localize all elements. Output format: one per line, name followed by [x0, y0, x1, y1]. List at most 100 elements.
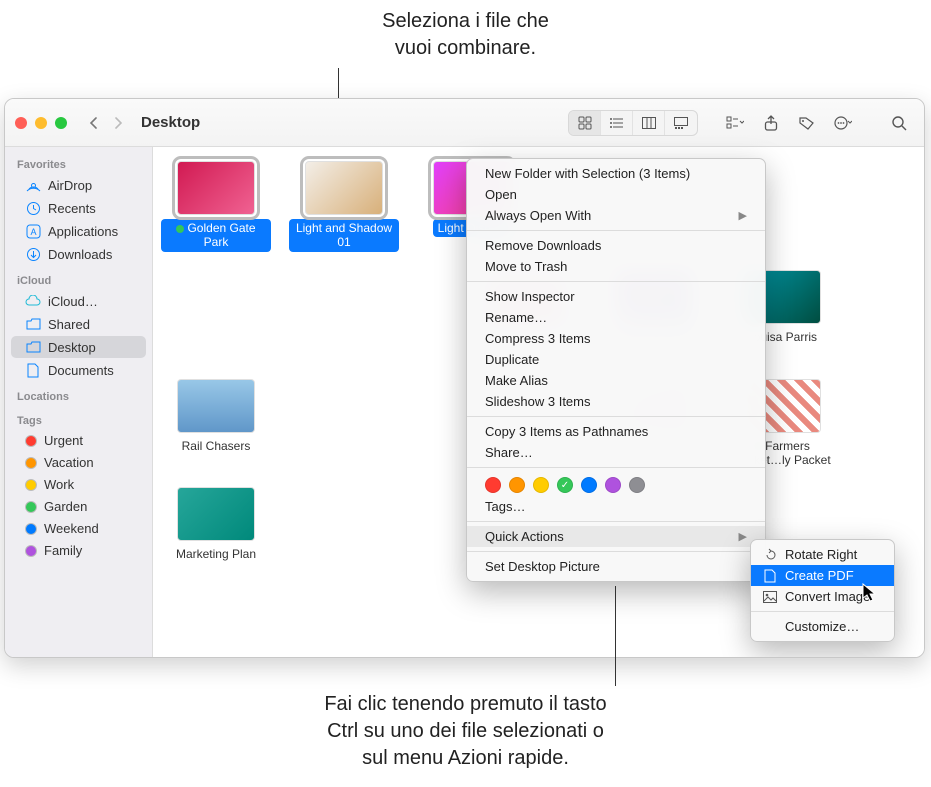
- tag-color-option[interactable]: [485, 477, 501, 493]
- close-window-button[interactable]: [15, 117, 27, 129]
- sidebar-heading-favorites: Favorites: [5, 153, 152, 173]
- pdf-icon: [763, 569, 777, 583]
- columns-icon: [642, 117, 656, 129]
- tag-color-dot: [25, 545, 37, 557]
- minimize-window-button[interactable]: [35, 117, 47, 129]
- share-button[interactable]: [756, 110, 786, 136]
- zoom-window-button[interactable]: [55, 117, 67, 129]
- column-view-button[interactable]: [633, 111, 665, 135]
- ctx-make-alias[interactable]: Make Alias: [467, 370, 765, 391]
- chevron-right-icon: ▶: [739, 209, 747, 222]
- ctx-label: Set Desktop Picture: [485, 559, 600, 574]
- sidebar-item-icloud-drive[interactable]: iCloud…: [11, 290, 146, 312]
- qa-create-pdf[interactable]: Create PDF: [751, 565, 894, 586]
- sub-label: Rotate Right: [785, 547, 857, 562]
- sidebar-item-desktop[interactable]: Desktop: [11, 336, 146, 358]
- qa-rotate-right[interactable]: Rotate Right: [751, 544, 894, 565]
- ctx-label: Slideshow 3 Items: [485, 394, 591, 409]
- file-label: Rail Chasers: [177, 437, 256, 455]
- clock-icon: [25, 200, 41, 216]
- tag-color-option[interactable]: [629, 477, 645, 493]
- sidebar-item-label: AirDrop: [48, 178, 92, 193]
- ctx-label: Tags…: [485, 499, 525, 514]
- ctx-move-to-trash[interactable]: Move to Trash: [467, 256, 765, 277]
- sidebar-item-recents[interactable]: Recents: [11, 197, 146, 219]
- separator: [467, 281, 765, 282]
- more-actions-button[interactable]: [828, 110, 858, 136]
- window-toolbar: Desktop: [5, 99, 924, 147]
- ctx-open[interactable]: Open: [467, 184, 765, 205]
- search-button[interactable]: [884, 110, 914, 136]
- ctx-label: Duplicate: [485, 352, 539, 367]
- context-menu: New Folder with Selection (3 Items) Open…: [466, 158, 766, 582]
- ctx-label: Compress 3 Items: [485, 331, 590, 346]
- file-item[interactable]: Marketing Plan: [161, 487, 271, 563]
- tag-color-dot: [25, 501, 37, 513]
- apps-icon: A: [25, 223, 41, 239]
- grid-icon: [578, 116, 592, 130]
- download-icon: [25, 246, 41, 262]
- ctx-always-open-with[interactable]: Always Open With▶: [467, 205, 765, 226]
- ctx-tags[interactable]: Tags…: [467, 496, 765, 517]
- list-view-button[interactable]: [601, 111, 633, 135]
- sidebar-heading-icloud: iCloud: [5, 269, 152, 289]
- ctx-compress[interactable]: Compress 3 Items: [467, 328, 765, 349]
- sidebar-item-label: Documents: [48, 363, 114, 378]
- ctx-show-inspector[interactable]: Show Inspector: [467, 286, 765, 307]
- sidebar-tag-item[interactable]: Family: [11, 540, 146, 561]
- ctx-new-folder-with-selection[interactable]: New Folder with Selection (3 Items): [467, 163, 765, 184]
- sidebar-item-airdrop[interactable]: AirDrop: [11, 174, 146, 196]
- tag-color-option[interactable]: [581, 477, 597, 493]
- callout-text: sul menu Azioni rapide.: [0, 745, 931, 772]
- file-label: Marketing Plan: [171, 545, 261, 563]
- callout-leader-line: [615, 586, 616, 686]
- sidebar-tag-item[interactable]: Work: [11, 474, 146, 495]
- qa-customize[interactable]: Customize…: [751, 616, 894, 637]
- sidebar-item-label: Recents: [48, 201, 96, 216]
- file-item[interactable]: Golden Gate Park: [161, 161, 271, 252]
- tag-color-option[interactable]: [509, 477, 525, 493]
- ctx-copy-pathnames[interactable]: Copy 3 Items as Pathnames: [467, 421, 765, 442]
- gallery-view-button[interactable]: [665, 111, 697, 135]
- window-controls: [15, 117, 67, 129]
- ctx-share[interactable]: Share…: [467, 442, 765, 463]
- sidebar-tag-item[interactable]: Urgent: [11, 430, 146, 451]
- ctx-rename[interactable]: Rename…: [467, 307, 765, 328]
- icon-view-button[interactable]: [569, 111, 601, 135]
- sidebar-tag-item[interactable]: Weekend: [11, 518, 146, 539]
- ctx-quick-actions[interactable]: Quick Actions▶: [467, 526, 765, 547]
- sidebar-item-downloads[interactable]: Downloads: [11, 243, 146, 265]
- tag-icon: [799, 116, 815, 130]
- tag-color-option[interactable]: [605, 477, 621, 493]
- separator: [467, 467, 765, 468]
- sidebar: Favorites AirDrop Recents A Applications…: [5, 147, 153, 657]
- sidebar-tag-item[interactable]: Vacation: [11, 452, 146, 473]
- chevron-right-icon: ▶: [739, 530, 747, 543]
- tags-button[interactable]: [792, 110, 822, 136]
- file-item[interactable]: Rail Chasers: [161, 379, 271, 470]
- ctx-duplicate[interactable]: Duplicate: [467, 349, 765, 370]
- tag-color-option[interactable]: [557, 477, 573, 493]
- sidebar-item-documents[interactable]: Documents: [11, 359, 146, 381]
- ctx-set-desktop-picture[interactable]: Set Desktop Picture: [467, 556, 765, 577]
- sidebar-item-label: Desktop: [48, 340, 96, 355]
- document-icon: [25, 362, 41, 378]
- sidebar-item-applications[interactable]: A Applications: [11, 220, 146, 242]
- sidebar-item-shared[interactable]: Shared: [11, 313, 146, 335]
- sidebar-item-label: Weekend: [44, 521, 99, 536]
- separator: [467, 551, 765, 552]
- file-item[interactable]: Light and Shadow 01: [289, 161, 399, 252]
- tag-color-option[interactable]: [533, 477, 549, 493]
- back-button[interactable]: [83, 112, 105, 134]
- qa-convert-image[interactable]: Convert Image: [751, 586, 894, 607]
- sidebar-tag-item[interactable]: Garden: [11, 496, 146, 517]
- ctx-remove-downloads[interactable]: Remove Downloads: [467, 235, 765, 256]
- folder-title: Desktop: [141, 114, 200, 131]
- sidebar-item-label: iCloud…: [48, 294, 98, 309]
- ctx-slideshow[interactable]: Slideshow 3 Items: [467, 391, 765, 412]
- folder-icon: [25, 339, 41, 355]
- forward-button[interactable]: [107, 112, 129, 134]
- callout-select-files: Seleziona i file che vuoi combinare.: [0, 8, 931, 62]
- group-by-button[interactable]: [720, 110, 750, 136]
- sub-label: Customize…: [785, 619, 859, 634]
